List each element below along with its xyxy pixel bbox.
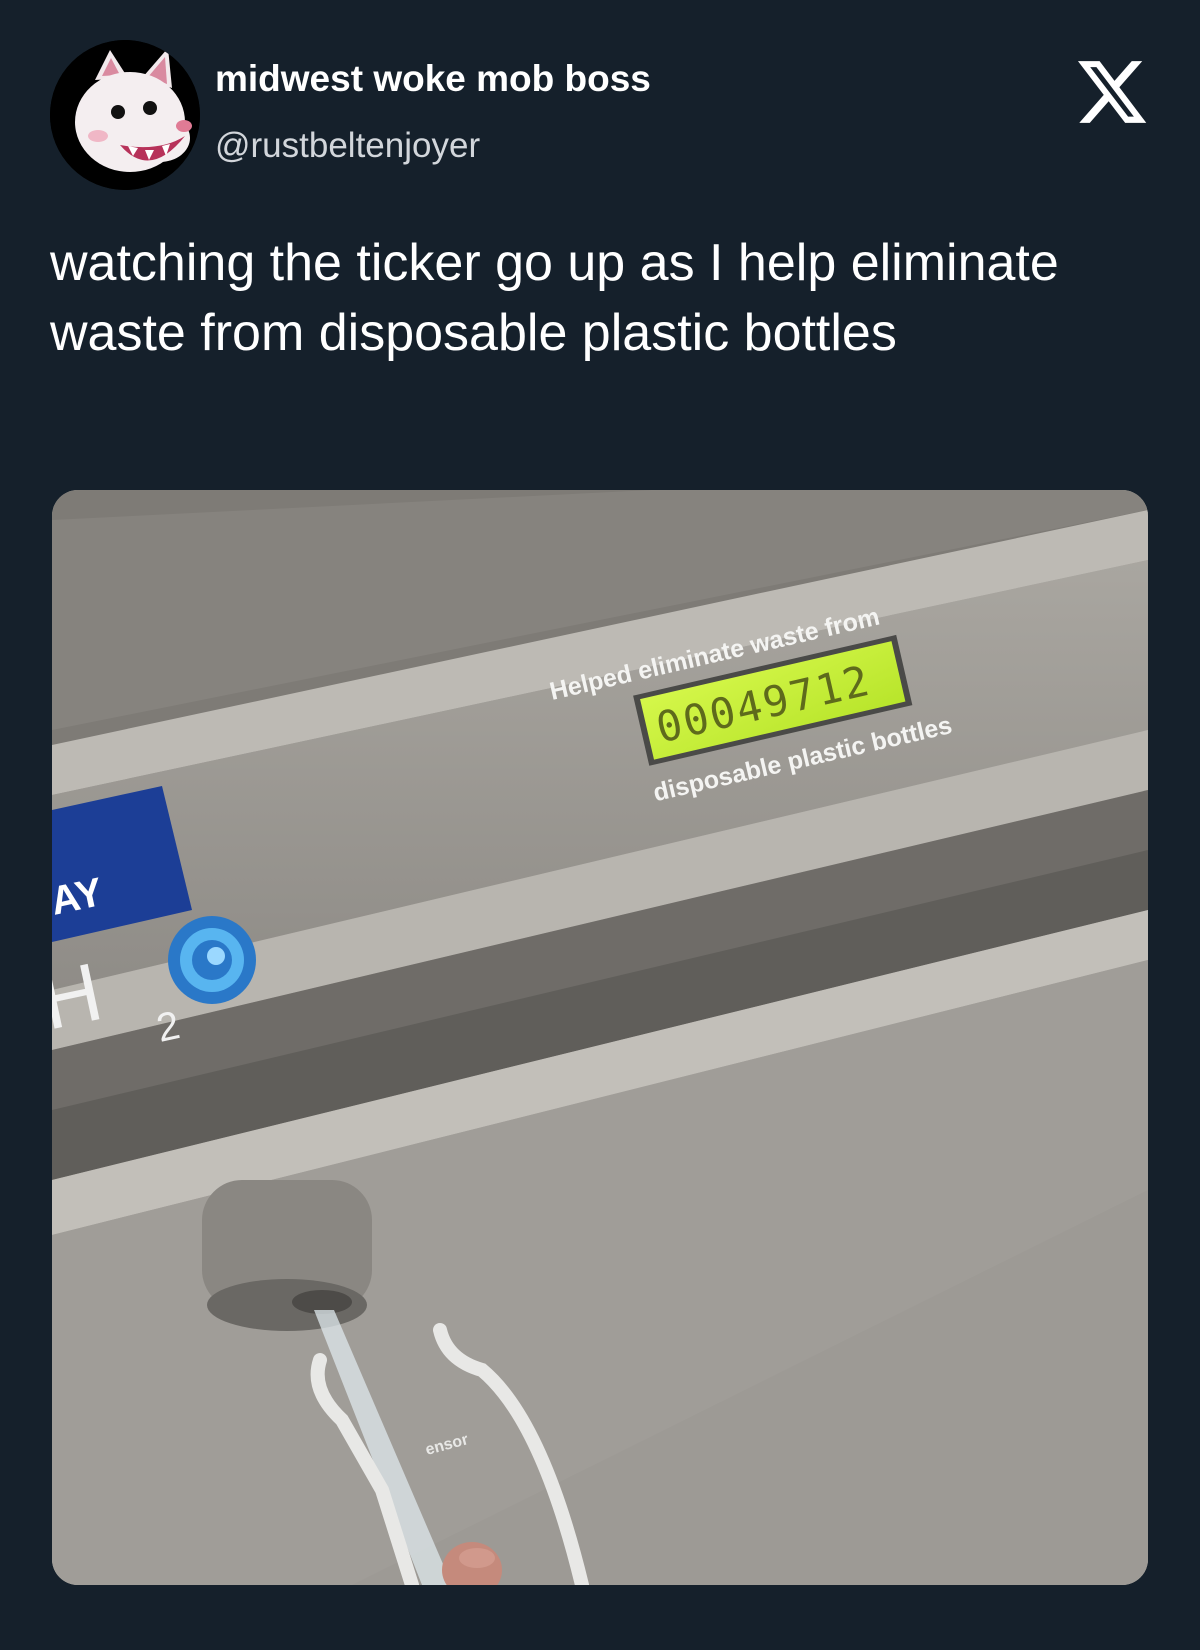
tweet-card: midwest woke mob boss @rustbeltenjoyer w… <box>0 0 1200 1650</box>
avatar[interactable] <box>50 40 200 190</box>
tweet-photo[interactable]: AY H 2 Helped eliminate waste from 00049… <box>52 490 1148 1585</box>
opossum-avatar-icon <box>50 40 200 190</box>
tweet-header: midwest woke mob boss @rustbeltenjoyer <box>50 40 1150 190</box>
spout <box>202 1180 372 1331</box>
display-name[interactable]: midwest woke mob boss <box>215 58 651 100</box>
bottle-filler-photo: AY H 2 Helped eliminate waste from 00049… <box>52 490 1148 1585</box>
user-handle[interactable]: @rustbeltenjoyer <box>215 126 480 166</box>
tweet-text: watching the ticker go up as I help elim… <box>50 234 1059 362</box>
water-swirl-icon <box>168 916 256 1004</box>
x-logo-icon[interactable] <box>1074 54 1150 130</box>
